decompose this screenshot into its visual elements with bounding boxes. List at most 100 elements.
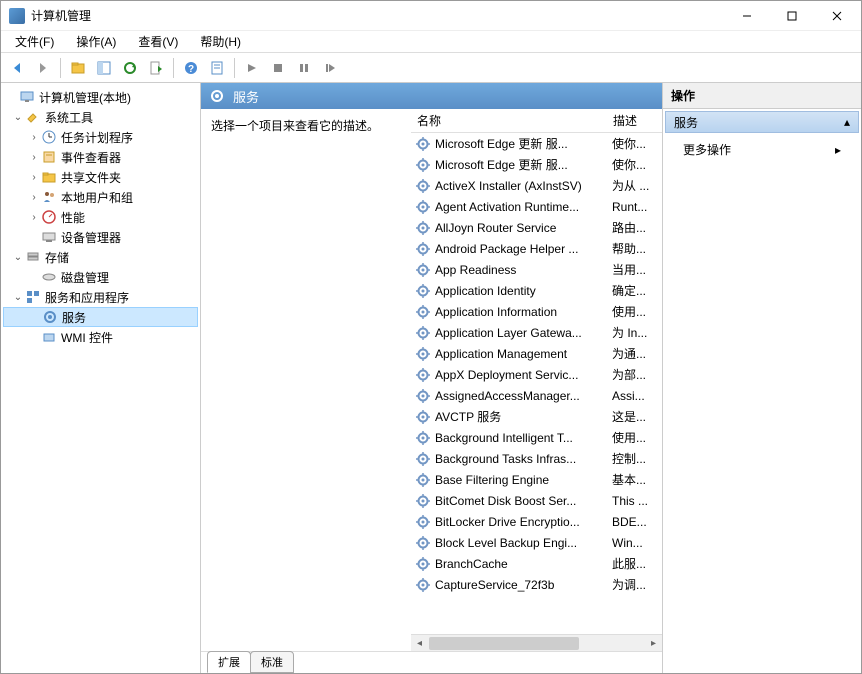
tree-shared-folders[interactable]: › 共享文件夹 [3,167,198,187]
service-row[interactable]: Background Intelligent T...使用... [411,427,662,448]
service-desc: 使你... [612,135,662,152]
scroll-thumb[interactable] [429,637,579,650]
expander-open-icon[interactable]: ⌄ [11,252,25,263]
service-name: CaptureService_72f3b [435,578,612,592]
tree-disk-mgmt[interactable]: 磁盘管理 [3,267,198,287]
more-actions-link[interactable]: 更多操作 ▸ [663,135,861,164]
service-row[interactable]: Base Filtering Engine基本... [411,469,662,490]
expander-closed-icon[interactable]: › [27,172,41,183]
maximize-button[interactable] [769,2,814,30]
tab-standard[interactable]: 标准 [250,651,294,673]
scroll-left-icon[interactable]: ◂ [411,635,428,651]
folder-icon [41,169,57,185]
tree-storage[interactable]: ⌄ 存储 [3,247,198,267]
export-button[interactable] [144,56,168,80]
tree-performance[interactable]: › 性能 [3,207,198,227]
service-row[interactable]: Application Information使用... [411,301,662,322]
service-list-body[interactable]: Microsoft Edge 更新 服...使你...Microsoft Edg… [411,133,662,634]
properties-button[interactable] [205,56,229,80]
gear-icon [415,409,431,425]
service-row[interactable]: AppX Deployment Servic...为部... [411,364,662,385]
service-row[interactable]: BitLocker Drive Encryptio...BDE... [411,511,662,532]
service-row[interactable]: Application Management为通... [411,343,662,364]
service-row[interactable]: Android Package Helper ...帮助... [411,238,662,259]
expander-open-icon[interactable]: ⌄ [11,112,25,123]
gear-icon [415,451,431,467]
actions-header: 操作 [663,83,861,109]
tree-device-manager[interactable]: 设备管理器 [3,227,198,247]
tree-services[interactable]: 服务 [3,307,198,327]
tree-local-users[interactable]: › 本地用户和组 [3,187,198,207]
column-desc-header[interactable]: 描述 [607,112,662,129]
service-row[interactable]: Application Identity确定... [411,280,662,301]
expander-closed-icon[interactable]: › [27,152,41,163]
service-row[interactable]: AssignedAccessManager...Assi... [411,385,662,406]
storage-icon [25,249,41,265]
service-row[interactable]: App Readiness当用... [411,259,662,280]
menu-file[interactable]: 文件(F) [5,31,64,52]
menu-view[interactable]: 查看(V) [128,31,188,52]
back-button[interactable] [5,56,29,80]
tree-label: 设备管理器 [61,229,121,246]
gear-icon [415,346,431,362]
gear-icon [415,136,431,152]
refresh-button[interactable] [118,56,142,80]
service-name: App Readiness [435,263,612,277]
service-row[interactable]: BranchCache此服... [411,553,662,574]
up-button[interactable] [66,56,90,80]
menu-action[interactable]: 操作(A) [66,31,126,52]
tree-system-tools[interactable]: ⌄ 系统工具 [3,107,198,127]
tree-services-apps[interactable]: ⌄ 服务和应用程序 [3,287,198,307]
svg-text:?: ? [188,64,194,75]
forward-button[interactable] [31,56,55,80]
help-button[interactable]: ? [179,56,203,80]
toolbar-separator [234,58,235,78]
expander-closed-icon[interactable]: › [27,212,41,223]
column-name-header[interactable]: 名称 [411,112,607,129]
service-row[interactable]: AVCTP 服务这是... [411,406,662,427]
titlebar: 计算机管理 [1,1,861,31]
service-row[interactable]: Block Level Backup Engi...Win... [411,532,662,553]
service-row[interactable]: Microsoft Edge 更新 服...使你... [411,154,662,175]
start-service-button[interactable] [240,56,264,80]
service-list: 名称 描述 Microsoft Edge 更新 服...使你...Microso… [411,109,662,651]
actions-section-title[interactable]: 服务 ▴ [665,111,859,133]
stop-service-button[interactable] [266,56,290,80]
users-icon [41,189,57,205]
expander-closed-icon[interactable]: › [27,132,41,143]
collapse-icon[interactable]: ▴ [844,115,850,129]
restart-service-button[interactable] [318,56,342,80]
service-desc: Assi... [612,389,662,403]
expander-open-icon[interactable]: ⌄ [11,292,25,303]
tree-wmi[interactable]: WMI 控件 [3,327,198,347]
gear-icon [415,199,431,215]
service-row[interactable]: CaptureService_72f3b为调... [411,574,662,595]
service-desc: 为从 ... [612,177,662,194]
scroll-right-icon[interactable]: ▸ [645,635,662,651]
horizontal-scrollbar[interactable]: ◂ ▸ [411,634,662,651]
service-desc: This ... [612,494,662,508]
tree-root[interactable]: 计算机管理(本地) [3,87,198,107]
service-row[interactable]: ActiveX Installer (AxInstSV)为从 ... [411,175,662,196]
show-hide-tree-button[interactable] [92,56,116,80]
tree-label: WMI 控件 [61,329,113,346]
service-name: Background Tasks Infras... [435,452,612,466]
pause-service-button[interactable] [292,56,316,80]
tree-task-scheduler[interactable]: › 任务计划程序 [3,127,198,147]
tree-label: 服务和应用程序 [45,289,129,306]
service-row[interactable]: AllJoyn Router Service路由... [411,217,662,238]
expander-closed-icon[interactable]: › [27,192,41,203]
tree-event-viewer[interactable]: › 事件查看器 [3,147,198,167]
menu-help[interactable]: 帮助(H) [190,31,251,52]
service-row[interactable]: Agent Activation Runtime...Runt... [411,196,662,217]
service-row[interactable]: Microsoft Edge 更新 服...使你... [411,133,662,154]
tree-label: 存储 [45,249,69,266]
service-name: AppX Deployment Servic... [435,368,612,382]
service-name: Block Level Backup Engi... [435,536,612,550]
service-row[interactable]: Application Layer Gatewa...为 In... [411,322,662,343]
service-row[interactable]: Background Tasks Infras...控制... [411,448,662,469]
minimize-button[interactable] [724,2,769,30]
close-button[interactable] [814,2,859,30]
tab-extended[interactable]: 扩展 [207,651,251,673]
service-row[interactable]: BitComet Disk Boost Ser...This ... [411,490,662,511]
